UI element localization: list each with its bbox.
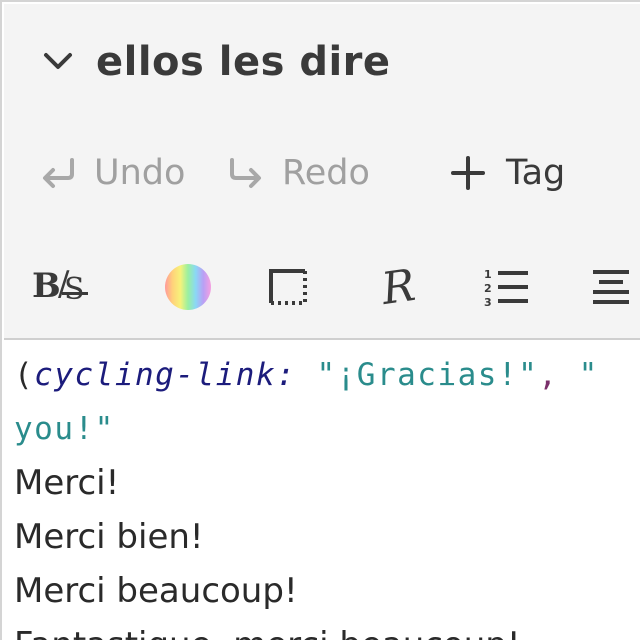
svg-text:2: 2: [484, 282, 492, 295]
redo-label: Redo: [282, 153, 370, 193]
redo-arrow-icon: [222, 149, 270, 197]
passage-editor-header: ellos les dire Undo Redo Tag B / S R 1 2…: [4, 4, 640, 340]
tag-label: Tag: [506, 153, 566, 193]
passage-editor-panel: ellos les dire Undo Redo Tag B / S R 1 2…: [0, 0, 640, 640]
rainbow-color-icon: [165, 264, 211, 310]
text-color-button[interactable]: [160, 252, 216, 322]
string-literal: you!": [14, 411, 115, 447]
border-box-button[interactable]: [258, 252, 318, 322]
open-paren: (: [14, 357, 35, 393]
code-line-2: you!": [14, 402, 640, 456]
text-line: Merci beaucoup!: [14, 571, 298, 611]
redo-button[interactable]: Redo: [222, 149, 444, 197]
svg-text:1: 1: [484, 268, 492, 281]
font-style-icon: R: [379, 259, 419, 315]
text-line: Merci!: [14, 463, 120, 503]
code-line-1: (cycling-link: "¡Gracias!", ": [14, 348, 640, 402]
align-center-button[interactable]: [582, 252, 640, 322]
title-row: ellos les dire: [38, 32, 391, 92]
bold-strikethrough-button[interactable]: B / S: [26, 252, 100, 322]
passage-title[interactable]: ellos les dire: [96, 39, 391, 85]
text-line: Merci bien!: [14, 517, 204, 557]
comma: ,: [538, 357, 559, 393]
add-tag-button[interactable]: Tag: [444, 149, 565, 197]
align-center-icon: [593, 270, 629, 304]
passage-text-editor[interactable]: (cycling-link: "¡Gracias!", " you!" Merc…: [14, 348, 640, 640]
numbered-list-icon: 1 2 3: [484, 268, 528, 308]
font-style-button[interactable]: R: [366, 252, 432, 322]
text-line: Fantastique, merci beaucoup!: [14, 618, 640, 640]
undo-label: Undo: [94, 153, 186, 193]
undo-button[interactable]: Undo: [34, 149, 222, 197]
string-literal: "¡Gracias!": [316, 357, 539, 393]
bold-strikethrough-icon: B / S: [28, 262, 98, 312]
numbered-list-button[interactable]: 1 2 3: [474, 252, 538, 322]
formatting-toolbar: B / S R 1 2 3: [4, 252, 640, 322]
macro-name: cycling-link:: [34, 357, 297, 393]
action-row: Undo Redo Tag: [34, 144, 565, 202]
chevron-down-icon[interactable]: [38, 42, 78, 82]
border-box-icon: [269, 269, 307, 305]
string-literal: ": [558, 357, 599, 393]
svg-text:3: 3: [484, 296, 492, 308]
undo-arrow-icon: [34, 149, 82, 197]
plus-icon: [444, 149, 492, 197]
